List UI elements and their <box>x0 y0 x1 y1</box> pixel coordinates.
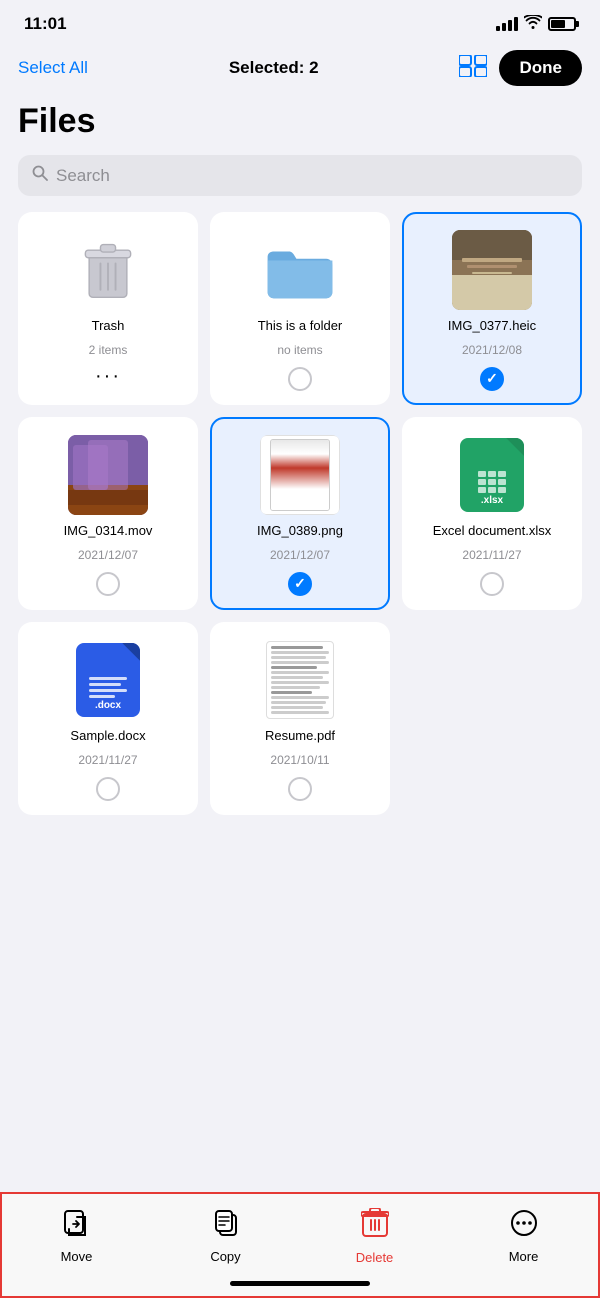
copy-label: Copy <box>210 1249 240 1264</box>
move-icon <box>63 1209 91 1244</box>
nav-bar: Select All Selected: 2 Done <box>0 42 600 98</box>
more-options[interactable]: ··· <box>95 365 121 388</box>
select-circle[interactable] <box>480 572 504 596</box>
select-circle-checked[interactable] <box>480 367 504 391</box>
bottom-toolbar: Move Copy <box>0 1192 600 1298</box>
page-title: Files <box>0 98 600 155</box>
select-circle[interactable] <box>96 777 120 801</box>
search-container: Search <box>0 155 600 212</box>
folder-thumbnail <box>260 230 340 310</box>
pdf-thumbnail <box>260 640 340 720</box>
file-date: 2021/12/07 <box>270 548 330 562</box>
photo-thumbnail-0389 <box>260 435 340 515</box>
file-card-trash[interactable]: Trash 2 items ··· <box>18 212 198 405</box>
file-date: 2021/11/27 <box>462 548 521 562</box>
file-date: 2021/12/08 <box>462 343 522 357</box>
wifi-icon <box>524 15 542 34</box>
file-date: 2021/12/07 <box>78 548 138 562</box>
search-bar[interactable]: Search <box>18 155 582 196</box>
file-date: 2021/10/11 <box>270 753 329 767</box>
signal-icon <box>496 17 518 31</box>
toolbar-more[interactable]: More <box>449 1209 598 1264</box>
file-card-docx[interactable]: .docx Sample.docx 2021/11/27 <box>18 622 198 815</box>
file-name: IMG_0389.png <box>257 523 343 540</box>
file-card-pdf[interactable]: Resume.pdf 2021/10/11 <box>210 622 390 815</box>
copy-icon <box>212 1209 240 1244</box>
delete-icon <box>361 1208 389 1245</box>
selected-count: Selected: 2 <box>229 58 319 78</box>
file-card-excel[interactable]: .xlsx Excel document.xlsx 2021/11/27 <box>402 417 582 610</box>
file-name: IMG_0377.heic <box>448 318 536 335</box>
file-card-img0314[interactable]: IMG_0314.mov 2021/12/07 <box>18 417 198 610</box>
file-meta: no items <box>277 343 322 357</box>
photo-thumbnail-0314 <box>68 435 148 515</box>
toolbar-delete[interactable]: Delete <box>300 1208 449 1265</box>
file-meta: 2 items <box>89 343 128 357</box>
file-date: 2021/11/27 <box>78 753 137 767</box>
more-label: More <box>509 1249 539 1264</box>
file-grid: Trash 2 items ··· This is a folder no it… <box>0 212 600 833</box>
move-label: Move <box>61 1249 93 1264</box>
photo-thumbnail-0377 <box>452 230 532 310</box>
nav-right-actions: Done <box>459 50 582 86</box>
file-card-img0377[interactable]: IMG_0377.heic 2021/12/08 <box>402 212 582 405</box>
docx-thumbnail: .docx <box>68 640 148 720</box>
select-circle[interactable] <box>288 777 312 801</box>
file-name: Excel document.xlsx <box>433 523 552 540</box>
file-name: This is a folder <box>258 318 343 335</box>
select-circle-checked[interactable] <box>288 572 312 596</box>
delete-label: Delete <box>356 1250 394 1265</box>
done-button[interactable]: Done <box>499 50 582 86</box>
select-circle[interactable] <box>96 572 120 596</box>
more-icon <box>510 1209 538 1244</box>
view-toggle-button[interactable] <box>459 55 487 81</box>
toolbar-items: Move Copy <box>2 1194 598 1273</box>
file-name: Trash <box>92 318 125 335</box>
status-icons <box>496 15 576 34</box>
toolbar-copy[interactable]: Copy <box>151 1209 300 1264</box>
select-circle[interactable] <box>288 367 312 391</box>
select-all-button[interactable]: Select All <box>18 54 88 82</box>
toolbar-move[interactable]: Move <box>2 1209 151 1264</box>
status-time: 11:01 <box>24 14 67 34</box>
status-bar: 11:01 <box>0 0 600 42</box>
xlsx-thumbnail: .xlsx <box>452 435 532 515</box>
search-placeholder: Search <box>56 166 110 186</box>
file-name: Sample.docx <box>70 728 145 745</box>
file-name: Resume.pdf <box>265 728 335 745</box>
file-name: IMG_0314.mov <box>64 523 153 540</box>
home-indicator <box>230 1281 370 1286</box>
search-icon <box>32 165 48 186</box>
file-card-img0389[interactable]: IMG_0389.png 2021/12/07 <box>210 417 390 610</box>
battery-icon <box>548 17 576 31</box>
file-card-folder[interactable]: This is a folder no items <box>210 212 390 405</box>
trash-thumbnail <box>68 230 148 310</box>
